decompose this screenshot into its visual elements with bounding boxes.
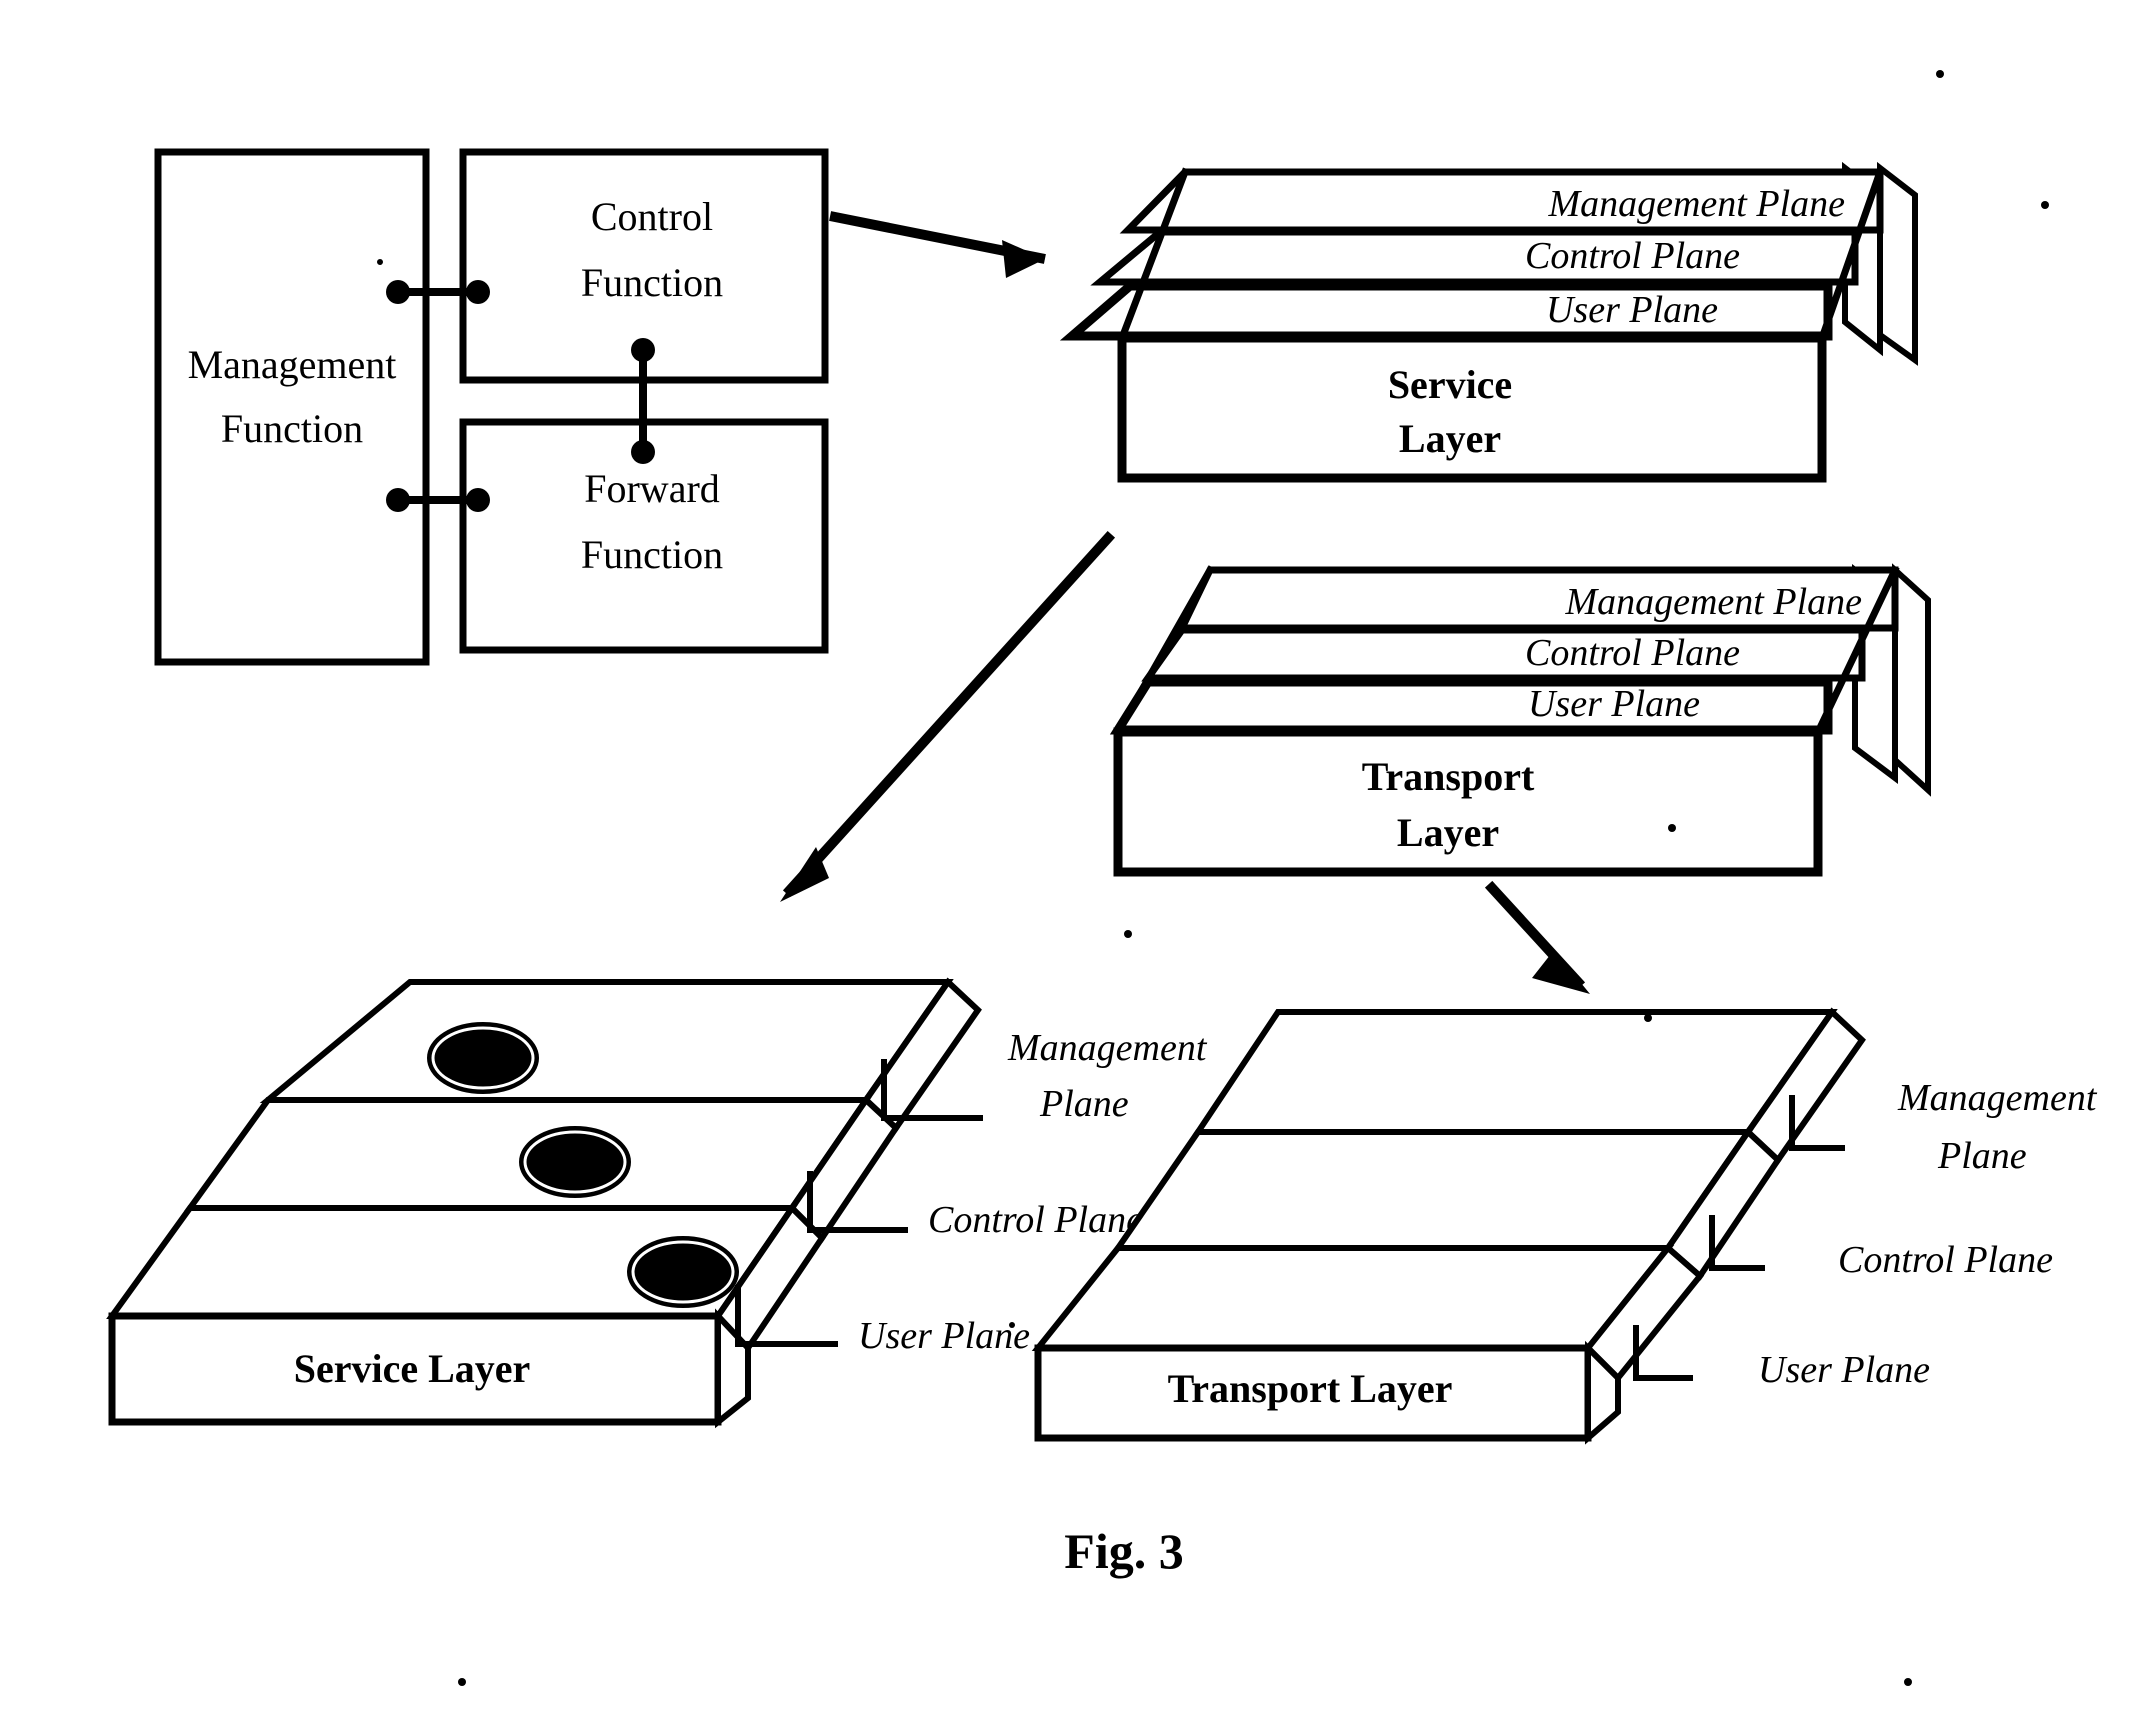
transport-slab-management-plane-top [1192,1009,1838,1135]
management-function-label-line2: Function [221,406,363,451]
scan-speck-3 [377,259,383,265]
control-function-label-line2: Function [581,260,723,305]
transport-layer-slab: Transport Layer Management Plane Control… [1031,1007,2098,1445]
scan-speck-1 [1936,70,1944,78]
transport-slab-control-plane-top [1112,1129,1754,1251]
service-user-plane-label: User Plane [1546,289,1718,331]
arrow-to-service-slab [780,530,1116,902]
service-slab-management-callout-line2: Plane [1039,1083,1129,1125]
scan-speck-9 [1904,1678,1912,1686]
control-function-label-line1: Control [591,194,713,239]
transport-layer-stack-label-line1: Transport [1362,754,1535,799]
transport-slab-control-callout: Control Plane [1838,1239,2053,1281]
service-layer-stack-label-line1: Service [1388,362,1512,407]
service-stack-depth-slice-outer [1877,161,1918,366]
service-slab-management-callout-line1: Management [1007,1027,1208,1069]
scan-speck-5 [1124,930,1132,938]
service-slab-management-plane-top [259,979,954,1103]
forward-function-label-line1: Forward [584,466,720,511]
transport-slab-management-callout-line2: Plane [1937,1135,2027,1177]
figure-canvas: Management Function Control Function For… [0,0,2148,1727]
scan-speck-7 [1009,1322,1015,1328]
connector-dot-forward-left [466,488,490,512]
service-layer-stack-label-line2: Layer [1399,416,1501,461]
transport-slab-layer-label: Transport Layer [1168,1366,1453,1411]
scan-speck-6 [1644,1014,1652,1022]
connector-dot-control-bottom [631,338,655,362]
transport-user-plane-face [1109,677,1833,735]
transport-control-plane-face [1141,626,1866,682]
service-slab-user-callout: User Plane [858,1315,1030,1357]
patent-figure-3: Management Function Control Function For… [106,70,2098,1686]
service-layer-stack: Management Plane Control Plane User Plan… [1059,161,1918,483]
service-control-plane-label: Control Plane [1525,235,1740,277]
scan-speck-8 [458,1678,466,1686]
transport-user-plane-label: User Plane [1528,683,1700,725]
connector-dot-control-left [466,280,490,304]
service-management-plane-label: Management Plane [1547,183,1845,225]
management-function-label-line1: Management [188,342,397,387]
service-slab-control-callout: Control Plane [928,1199,1143,1241]
service-control-plane-face [1090,228,1859,286]
arrow-to-service-stack [829,211,1046,278]
transport-slab-management-callout-line1: Management [1897,1077,2098,1119]
arrow-to-transport-slab [1484,880,1590,994]
figure-caption: Fig. 3 [1064,1523,1183,1579]
transport-stack-depth-slice-outer [1892,563,1931,797]
forward-function-label-line2: Function [581,532,723,577]
connector-dot-forward-top [631,440,655,464]
connector-dot-management-lower [386,488,410,512]
transport-layer-stack: Management Plane Control Plane User Plan… [1109,563,1931,877]
scan-speck-4 [1668,824,1676,832]
transport-control-plane-label: Control Plane [1525,632,1740,674]
connector-dot-management-upper [386,280,410,304]
service-slab-layer-label: Service Layer [294,1346,531,1391]
transport-slab-user-plane-top [1031,1245,1675,1351]
transport-management-plane-label: Management Plane [1564,581,1862,623]
transport-slab-user-callout: User Plane [1758,1349,1930,1391]
service-slab-node-3 [627,1236,739,1308]
service-slab-node-2 [519,1126,631,1198]
transport-layer-stack-label-line2: Layer [1397,810,1499,855]
service-slab-node-1 [427,1022,539,1094]
scan-speck-2 [2041,201,2049,209]
